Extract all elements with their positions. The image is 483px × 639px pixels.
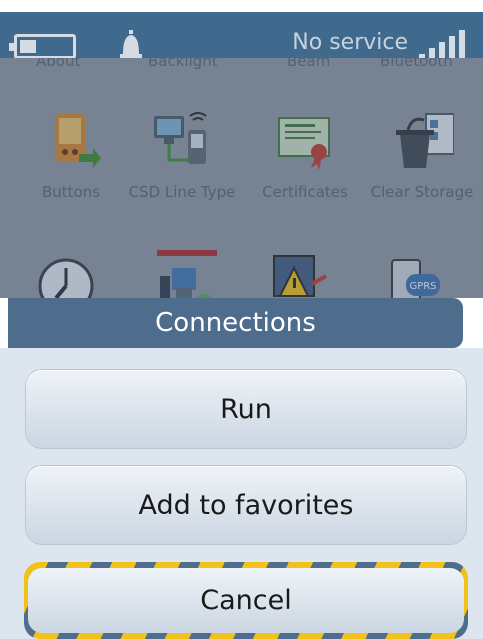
battery-cap bbox=[9, 43, 14, 51]
status-bar: No service bbox=[0, 12, 483, 64]
menu-header: Connections bbox=[8, 298, 463, 348]
menu-title: Connections bbox=[155, 308, 316, 338]
network-status-text: No service bbox=[292, 30, 408, 55]
battery-level bbox=[20, 40, 36, 53]
launcher-grid: About Backlight Beam Bluetooth Buttons C… bbox=[0, 58, 483, 298]
battery-icon[interactable] bbox=[9, 34, 76, 59]
cancel-button-frame: Cancel bbox=[24, 562, 468, 639]
dim-overlay bbox=[0, 58, 483, 298]
add-to-favorites-button[interactable]: Add to favorites bbox=[26, 466, 466, 544]
cancel-button[interactable]: Cancel bbox=[28, 568, 464, 633]
run-button[interactable]: Run bbox=[26, 370, 466, 448]
top-strip bbox=[0, 0, 483, 12]
